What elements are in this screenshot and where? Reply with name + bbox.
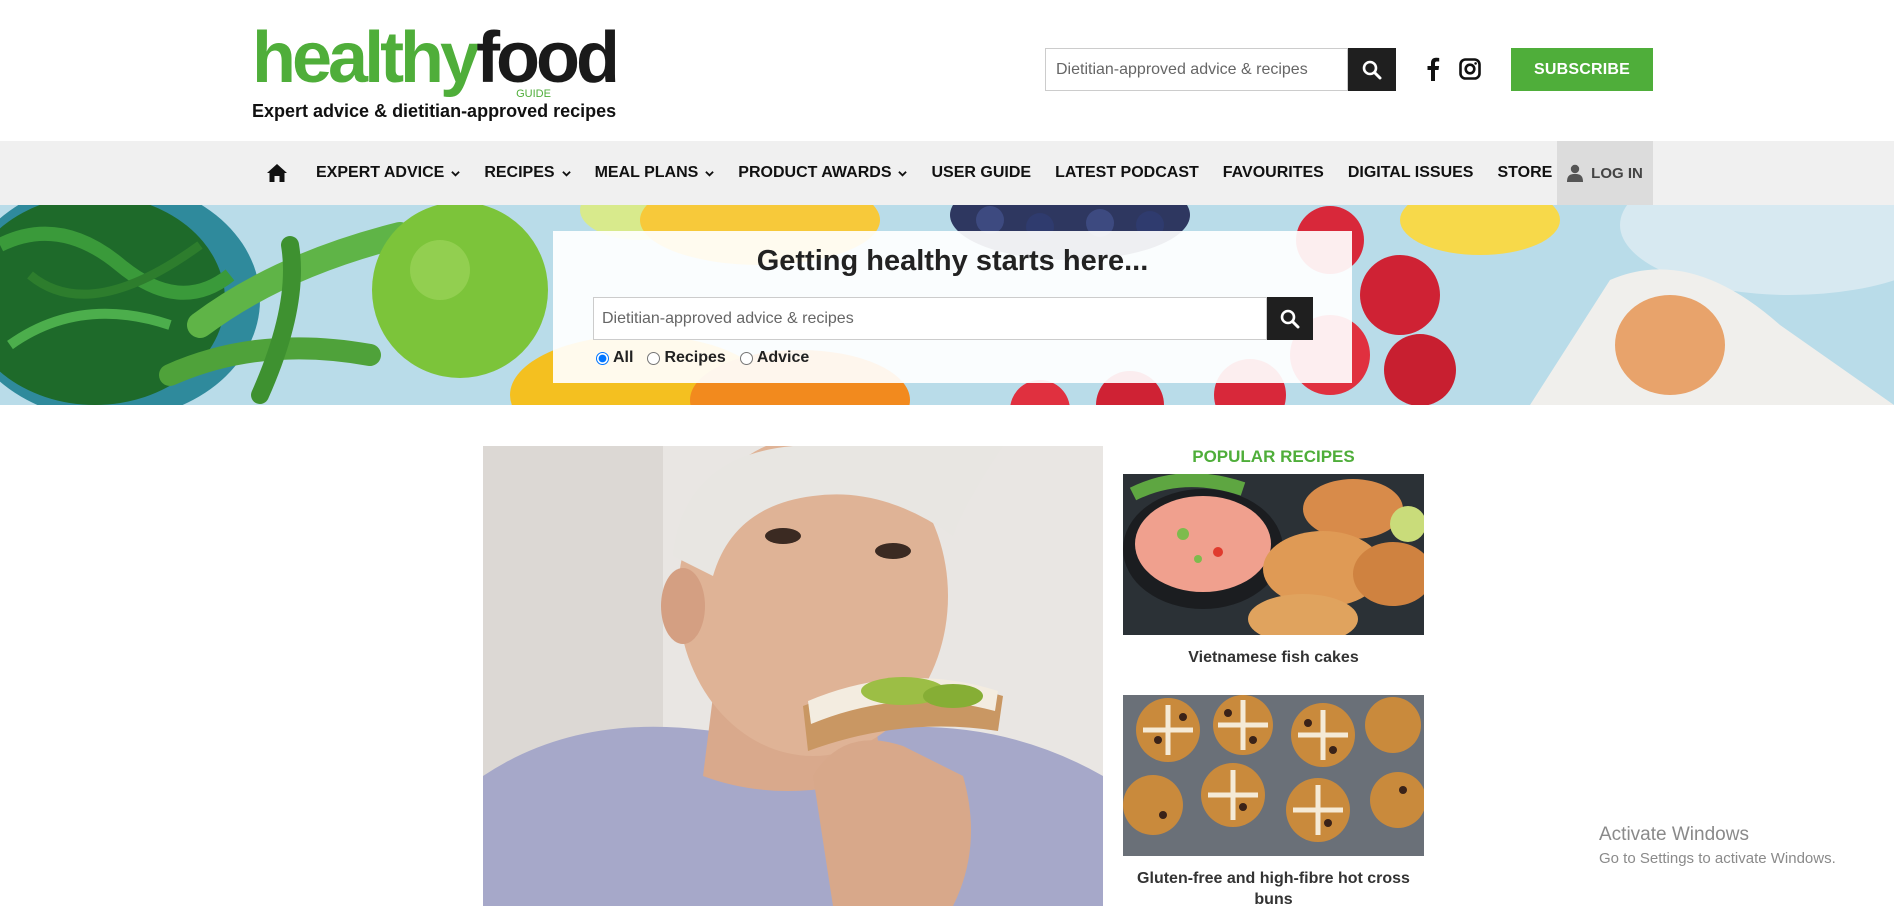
nav-item-product-awards[interactable]: PRODUCT AWARDS [738, 164, 908, 182]
nav-item-label: RECIPES [484, 164, 555, 181]
filter-label: All [613, 349, 634, 366]
nav-item-label: FAVOURITES [1222, 164, 1324, 181]
facebook-icon[interactable] [1423, 56, 1443, 82]
filter-all-radio[interactable] [596, 351, 609, 365]
login-button[interactable]: LOG IN [1557, 141, 1653, 205]
header-search-input[interactable] [1046, 49, 1347, 90]
header-search-button[interactable] [1348, 48, 1396, 91]
nav-item-latest-podcast[interactable]: LATEST PODCAST [1055, 164, 1199, 182]
instagram-icon[interactable] [1459, 58, 1481, 80]
recipe-card[interactable]: Gluten-free and high-fibre hot cross bun… [1123, 695, 1424, 910]
filter-label: Advice [756, 349, 810, 366]
popular-recipes-heading: POPULAR RECIPES [1192, 447, 1355, 466]
watermark-line1: Activate Windows [1599, 824, 1749, 845]
search-icon [1362, 60, 1382, 79]
chevron-down-icon [561, 170, 571, 177]
hero-search-input[interactable] [594, 298, 1266, 339]
hero-search-panel: Getting healthy starts here... All Recip… [553, 231, 1352, 383]
filter-advice-radio[interactable] [739, 351, 753, 365]
chevron-down-icon [898, 170, 908, 177]
user-icon [1567, 164, 1584, 182]
chevron-down-icon [451, 170, 461, 177]
filter-recipes-option[interactable]: Recipes [647, 349, 726, 367]
nav-item-recipes[interactable]: RECIPES [484, 164, 571, 182]
recipe-title[interactable]: Vietnamese fish cakes [1123, 647, 1424, 668]
logo-text-healthy: healthy [252, 18, 480, 98]
site-logo[interactable]: healthyfood GUIDE [252, 18, 620, 100]
watermark-line2: Go to Settings to activate Windows. [1599, 850, 1836, 867]
site-header: healthyfood GUIDE Expert advice & dietiti… [0, 0, 1894, 141]
filter-all-option[interactable]: All [596, 349, 633, 367]
nav-item-label: USER GUIDE [931, 164, 1032, 181]
nav-item-label: PRODUCT AWARDS [738, 164, 892, 181]
nav-item-favourites[interactable]: FAVOURITES [1223, 164, 1324, 182]
chevron-down-icon [705, 170, 715, 177]
header-search-field[interactable] [1045, 48, 1348, 91]
home-icon[interactable] [266, 161, 292, 185]
filter-label: Recipes [664, 349, 726, 366]
subscribe-button[interactable]: SUBSCRIBE [1511, 48, 1653, 91]
site-tagline: Expert advice & dietitian-approved recip… [252, 101, 617, 121]
hero-banner: Getting healthy starts here... All Recip… [0, 205, 1894, 405]
hero-search-button[interactable] [1267, 297, 1313, 340]
nav-item-label: MEAL PLANS [594, 164, 699, 181]
filter-advice-option[interactable]: Advice [739, 349, 810, 367]
recipe-card[interactable]: Vietnamese fish cakes [1123, 474, 1424, 668]
nav-item-expert-advice[interactable]: EXPERT ADVICE [316, 164, 461, 182]
logo-guide-label: GUIDE [516, 88, 551, 100]
nav-item-label: EXPERT ADVICE [316, 164, 445, 181]
search-icon [1280, 309, 1300, 328]
nav-item-digital-issues[interactable]: DIGITAL ISSUES [1348, 164, 1474, 182]
login-label: LOG IN [1591, 164, 1643, 182]
nav-item-label: STORE [1497, 164, 1553, 181]
nav-item-label: LATEST PODCAST [1055, 164, 1199, 181]
filter-recipes-radio[interactable] [647, 351, 661, 365]
hero-title: Getting healthy starts here... [756, 245, 1149, 277]
nav-item-meal-plans[interactable]: MEAL PLANS [595, 164, 715, 182]
nav-item-label: DIGITAL ISSUES [1347, 164, 1474, 181]
windows-activation-watermark: Activate Windows Go to Settings to activ… [1599, 824, 1836, 867]
recipe-image[interactable] [1123, 695, 1424, 856]
logo-text-food: food GUIDE [476, 18, 620, 100]
recipe-image[interactable] [1123, 474, 1424, 635]
nav-item-user-guide[interactable]: USER GUIDE [931, 164, 1031, 182]
search-filter-group: All Recipes Advice [596, 349, 823, 367]
nav-item-store[interactable]: STORE [1497, 164, 1552, 182]
hero-search-field[interactable] [593, 297, 1267, 340]
featured-article-image[interactable] [483, 446, 1103, 906]
recipe-title[interactable]: Gluten-free and high-fibre hot cross bun… [1123, 868, 1424, 910]
